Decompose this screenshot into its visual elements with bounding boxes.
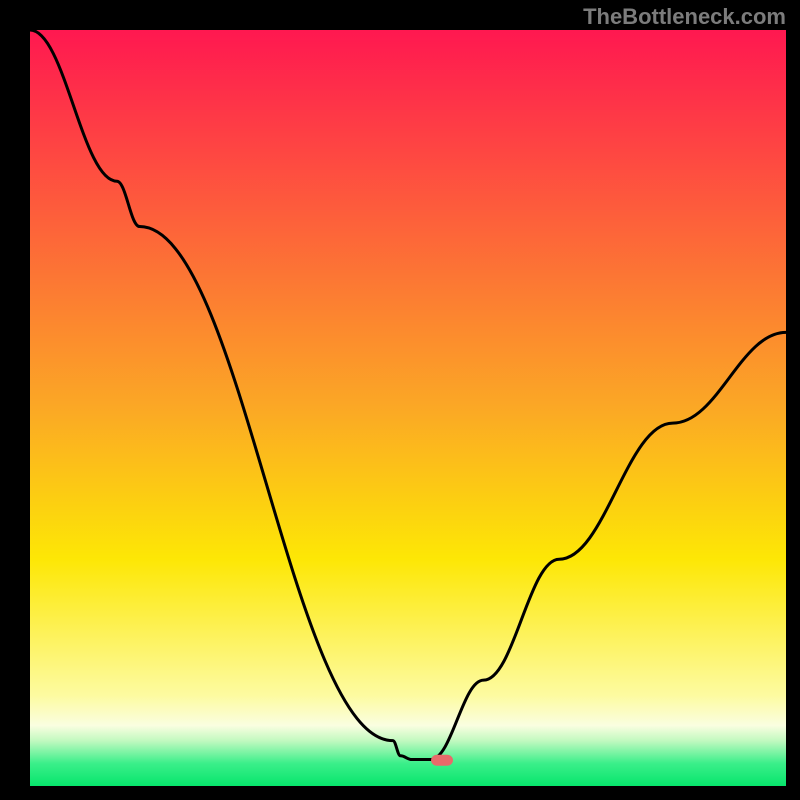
bottleneck-chart (0, 0, 800, 800)
watermark-text: TheBottleneck.com (583, 4, 786, 30)
plot-background (30, 30, 786, 786)
chart-container: TheBottleneck.com (0, 0, 800, 800)
optimal-marker (431, 755, 453, 766)
